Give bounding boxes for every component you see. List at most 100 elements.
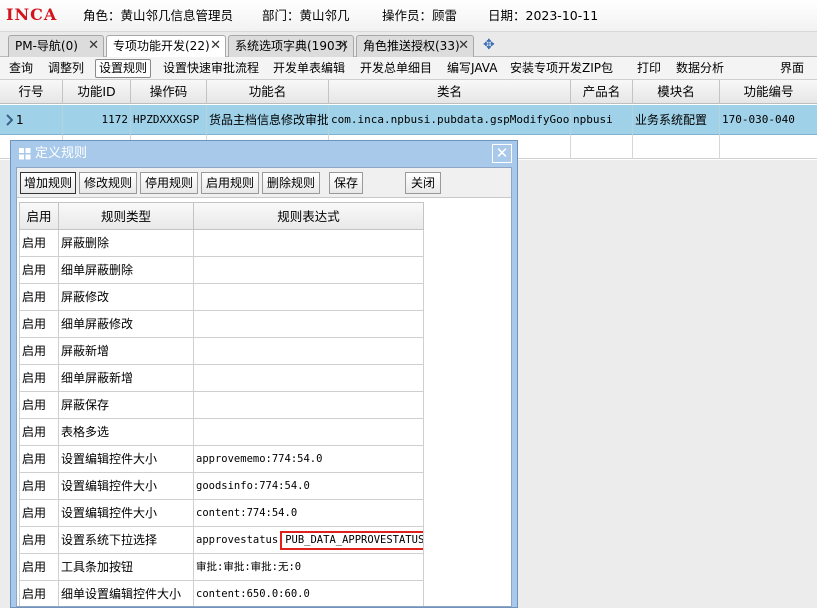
cell-rule-type[interactable]: 屏蔽删除	[59, 230, 194, 257]
dialog-titlebar[interactable]: 定义规则 ✕	[11, 141, 517, 167]
cell-enabled[interactable]: 启用	[19, 311, 59, 338]
write-java-button[interactable]: 编写JAVA	[447, 60, 497, 76]
cell-rule-expr[interactable]	[194, 230, 424, 257]
close-icon[interactable]: ✕	[458, 36, 469, 56]
print-button[interactable]: 打印	[637, 60, 661, 76]
col-op-code[interactable]: 操作码	[131, 80, 207, 104]
table-row[interactable]: 启用 工具条加按钮 审批:审批:审批:无:0	[19, 554, 424, 581]
cell-rule-expr[interactable]: 审批:审批:审批:无:0	[194, 554, 424, 581]
rule-expr-text: content:650.0:60.0	[196, 588, 310, 600]
tab-system-options[interactable]: 系统选项字典(1903) ✕	[228, 35, 354, 57]
cell-rule-expr[interactable]	[194, 257, 424, 284]
table-row[interactable]: 启用 屏蔽新增	[19, 338, 424, 365]
col-class-name[interactable]: 类名	[329, 80, 571, 104]
save-button[interactable]: 保存	[329, 172, 363, 194]
table-row[interactable]: 启用 表格多选	[19, 419, 424, 446]
modify-rule-button[interactable]: 修改规则	[79, 172, 137, 194]
disable-rule-button[interactable]: 停用规则	[140, 172, 198, 194]
cell-rule-type[interactable]: 工具条加按钮	[59, 554, 194, 581]
cell-rule-type[interactable]: 设置编辑控件大小	[59, 500, 194, 527]
enable-rule-button[interactable]: 启用规则	[201, 172, 259, 194]
cell-rule-type[interactable]: 表格多选	[59, 419, 194, 446]
table-row[interactable]: 启用 设置编辑控件大小 content:774:54.0	[19, 500, 424, 527]
table-row[interactable]: 启用 设置系统下拉选择 approvestatus PUB_DATA_APPROVES…	[19, 527, 424, 554]
cell-rule-type[interactable]: 设置编辑控件大小	[59, 446, 194, 473]
cell-rule-type[interactable]: 细单屏蔽修改	[59, 311, 194, 338]
close-icon[interactable]: ✕	[492, 144, 512, 163]
table-row[interactable]: 启用 屏蔽删除	[19, 230, 424, 257]
install-zip-button[interactable]: 安装专项开发ZIP包	[510, 60, 613, 76]
cell-rule-type[interactable]: 细单设置编辑控件大小	[59, 581, 194, 606]
cell-rule-type[interactable]: 细单屏蔽新增	[59, 365, 194, 392]
cell-rule-type[interactable]: 屏蔽保存	[59, 392, 194, 419]
close-icon[interactable]: ✕	[88, 36, 99, 56]
cell-rule-type[interactable]: 屏蔽新增	[59, 338, 194, 365]
table-row[interactable]: 启用 屏蔽修改	[19, 284, 424, 311]
interface-button[interactable]: 界面	[780, 60, 804, 76]
col-enabled[interactable]: 启用	[19, 202, 59, 230]
cell-enabled[interactable]: 启用	[19, 473, 59, 500]
cell-rule-expr[interactable]	[194, 284, 424, 311]
tab-role-push[interactable]: 角色推送授权(33) ✕	[356, 35, 474, 57]
cell-enabled[interactable]: 启用	[19, 581, 59, 606]
cell-enabled[interactable]: 启用	[19, 230, 59, 257]
plus-icon[interactable]: ✥	[483, 35, 495, 55]
col-func-id[interactable]: 功能ID	[63, 80, 131, 104]
col-rule-type[interactable]: 规则类型	[59, 202, 194, 230]
data-analysis-button[interactable]: 数据分析	[676, 60, 724, 76]
cell-rule-type[interactable]: 屏蔽修改	[59, 284, 194, 311]
cell-enabled[interactable]: 启用	[19, 527, 59, 554]
col-func-code[interactable]: 功能编号	[720, 80, 817, 104]
cell-rule-expr[interactable]	[194, 419, 424, 446]
delete-rule-button[interactable]: 删除规则	[262, 172, 320, 194]
tab-label: 专项功能开发(22)	[113, 39, 210, 53]
cell-rule-expr[interactable]	[194, 311, 424, 338]
col-module[interactable]: 模块名	[633, 80, 720, 104]
cell-rule-type[interactable]: 设置编辑控件大小	[59, 473, 194, 500]
cell-enabled[interactable]: 启用	[19, 554, 59, 581]
table-row[interactable]: 启用 细单屏蔽修改	[19, 311, 424, 338]
single-table-edit-button[interactable]: 开发单表编辑	[273, 60, 345, 76]
col-row-no[interactable]: 行号	[0, 80, 63, 104]
cell-rule-type[interactable]: 细单屏蔽删除	[59, 257, 194, 284]
cell-enabled[interactable]: 启用	[19, 392, 59, 419]
cell-enabled[interactable]: 启用	[19, 338, 59, 365]
master-detail-button[interactable]: 开发总单细目	[360, 60, 432, 76]
cell-rule-expr[interactable]: goodsinfo:774:54.0	[194, 473, 424, 500]
col-product[interactable]: 产品名	[571, 80, 633, 104]
cell-enabled[interactable]: 启用	[19, 500, 59, 527]
table-row[interactable]: 启用 屏蔽保存	[19, 392, 424, 419]
cell-rule-expr[interactable]: content:650.0:60.0	[194, 581, 424, 606]
add-rule-button[interactable]: 增加规则	[20, 172, 76, 194]
cell-rule-expr[interactable]: approvestatus PUB_DATA_APPROVESTATUS	[194, 527, 424, 554]
col-func-name[interactable]: 功能名	[207, 80, 329, 104]
tab-special-dev[interactable]: 专项功能开发(22) ✕	[106, 35, 226, 58]
cell-enabled[interactable]: 启用	[19, 365, 59, 392]
table-row[interactable]: 启用 设置编辑控件大小 approvememo:774:54.0	[19, 446, 424, 473]
cell-rule-expr[interactable]	[194, 338, 424, 365]
table-row[interactable]: 启用 细单屏蔽删除	[19, 257, 424, 284]
close-button[interactable]: 关闭	[405, 172, 441, 194]
table-row[interactable]: 启用 细单屏蔽新增	[19, 365, 424, 392]
quick-approval-button[interactable]: 设置快速审批流程	[163, 60, 259, 76]
close-icon[interactable]: ✕	[210, 36, 221, 56]
cell-rule-expr[interactable]: approvememo:774:54.0	[194, 446, 424, 473]
table-row[interactable]: 启用 细单设置编辑控件大小 content:650.0:60.0	[19, 581, 424, 606]
close-icon[interactable]: ✕	[338, 36, 349, 56]
cell-enabled[interactable]: 启用	[19, 419, 59, 446]
cell-rule-expr[interactable]	[194, 365, 424, 392]
cell-enabled[interactable]: 启用	[19, 284, 59, 311]
cell-rule-expr[interactable]: content:774:54.0	[194, 500, 424, 527]
cell-rule-expr[interactable]	[194, 392, 424, 419]
query-button[interactable]: 查询	[9, 60, 33, 76]
cell-enabled[interactable]: 启用	[19, 446, 59, 473]
set-rules-button[interactable]: 设置规则	[95, 59, 152, 78]
adjust-columns-button[interactable]: 调整列	[48, 60, 84, 76]
row-pointer-icon	[6, 114, 13, 126]
tab-pm-nav[interactable]: PM-导航(0) ✕	[8, 35, 104, 57]
cell-rule-type[interactable]: 设置系统下拉选择	[59, 527, 194, 554]
col-rule-expr[interactable]: 规则表达式	[194, 202, 424, 230]
table-row[interactable]: 启用 设置编辑控件大小 goodsinfo:774:54.0	[19, 473, 424, 500]
table-row[interactable]: 1 1172 HPZDXXXGSP 货品主档信息修改审批 com.inca.np…	[0, 105, 817, 135]
cell-enabled[interactable]: 启用	[19, 257, 59, 284]
